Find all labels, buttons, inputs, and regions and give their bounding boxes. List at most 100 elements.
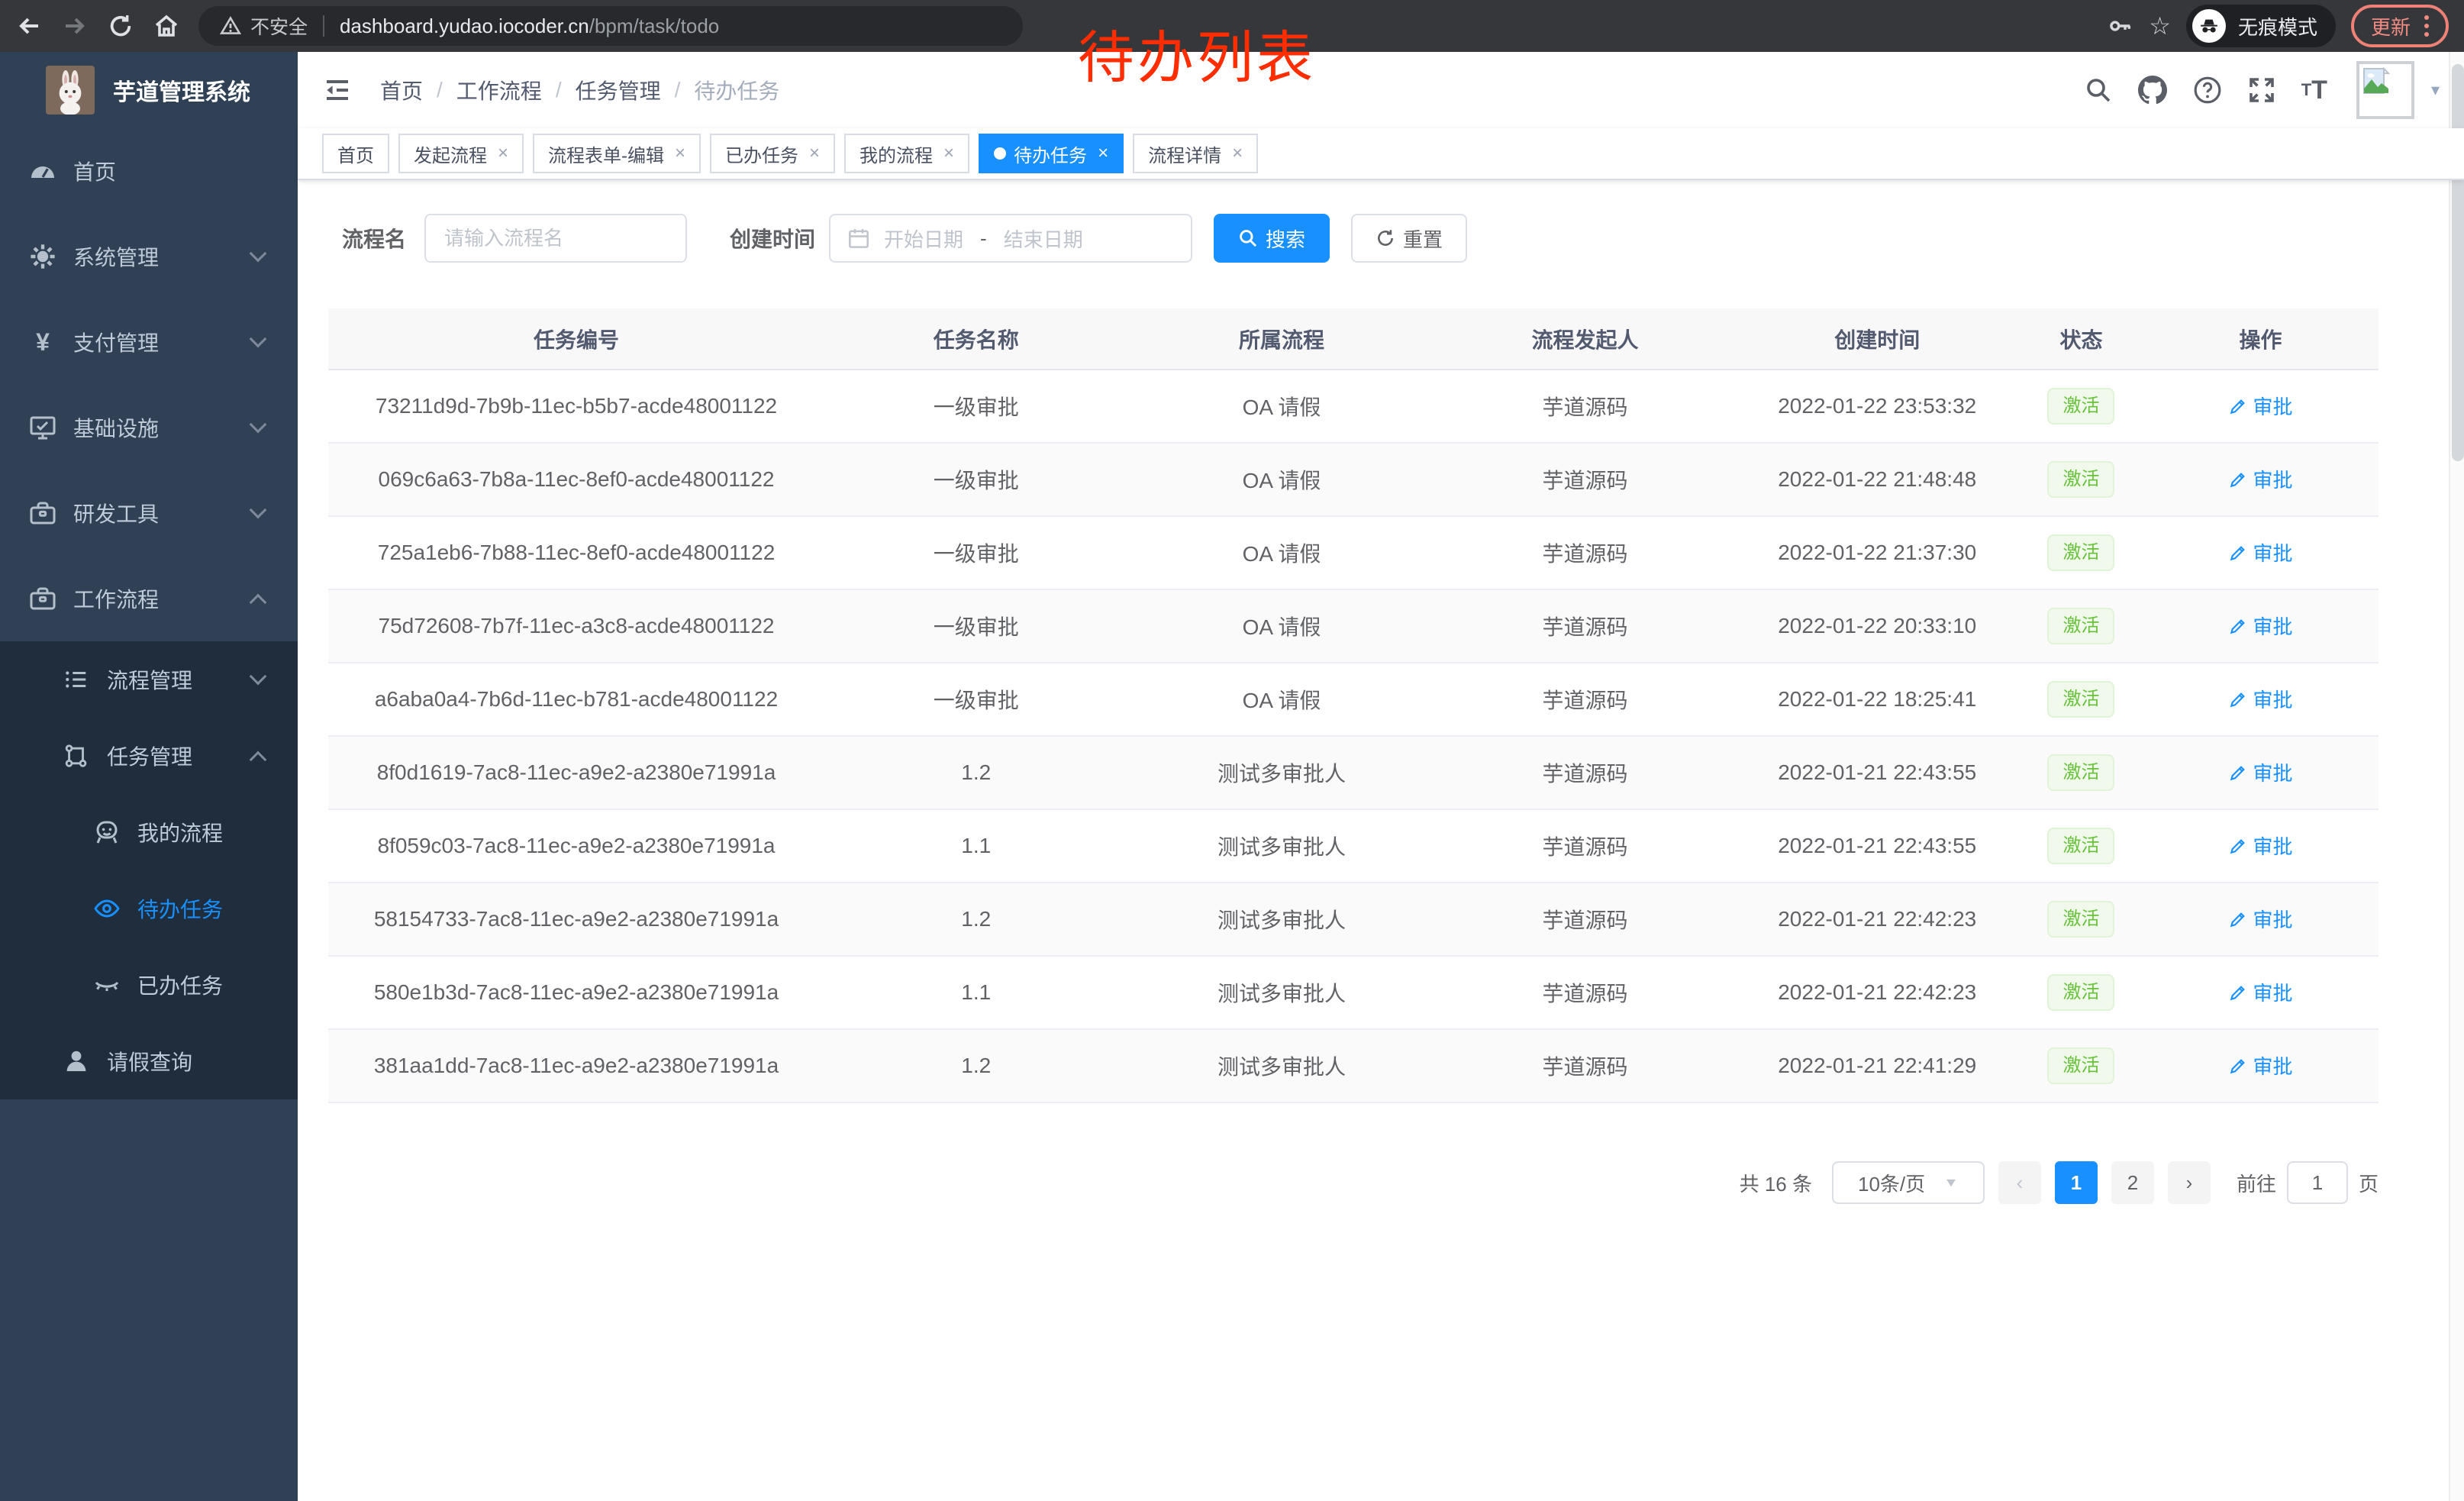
approve-link[interactable]: 审批 <box>2229 538 2293 567</box>
table-row[interactable]: 580e1b3d-7ac8-11ec-a9e2-a2380e71991a 1.1… <box>328 956 2379 1029</box>
search-icon[interactable] <box>2085 76 2112 104</box>
cell-starter: 芋道源码 <box>1435 370 1734 443</box>
cell-create-time: 2022-01-21 22:42:23 <box>1735 883 2020 956</box>
approve-link[interactable]: 审批 <box>2229 392 2293 420</box>
table-row[interactable]: 381aa1dd-7ac8-11ec-a9e2-a2380e71991a 1.2… <box>328 1029 2379 1102</box>
tab[interactable]: 已办任务 × <box>710 134 835 173</box>
url-bar[interactable]: 不安全 dashboard.yudao.iocoder.cn/bpm/task/… <box>198 6 1023 46</box>
table-row[interactable]: 73211d9d-7b9b-11ec-b5b7-acde48001122 一级审… <box>328 370 2379 443</box>
key-icon[interactable] <box>2108 13 2133 39</box>
breadcrumb-workflow[interactable]: 工作流程 <box>456 75 542 105</box>
table-row[interactable]: 58154733-7ac8-11ec-a9e2-a2380e71991a 1.2… <box>328 883 2379 956</box>
tab[interactable]: 发起流程× <box>398 134 524 173</box>
sidebar-item-todo-tasks[interactable]: 待办任务 <box>0 870 298 947</box>
cell-status: 激活 <box>2020 589 2143 663</box>
browser-menu-icon[interactable] <box>2424 15 2429 37</box>
sidebar-item-label: 支付管理 <box>73 327 159 357</box>
cell-status: 激活 <box>2020 883 2143 956</box>
close-icon[interactable]: × <box>809 143 820 164</box>
sidebar: 芋道管理系统 首页 系统管理 ¥ 支付 <box>0 52 298 1501</box>
fullscreen-icon[interactable] <box>2248 76 2275 104</box>
process-name-input[interactable] <box>424 214 687 263</box>
approve-link[interactable]: 审批 <box>2229 831 2293 860</box>
table-row[interactable]: 8f0d1619-7ac8-11ec-a9e2-a2380e71991a 1.2… <box>328 736 2379 809</box>
sidebar-item-leave-query[interactable]: 请假查询 <box>0 1023 298 1099</box>
approve-link-label: 审批 <box>2253 758 2293 786</box>
next-page-button[interactable]: › <box>2168 1161 2211 1204</box>
approve-link[interactable]: 审批 <box>2229 1051 2293 1080</box>
user-circle-icon <box>89 818 125 846</box>
back-icon[interactable] <box>6 3 52 49</box>
home-icon[interactable] <box>144 3 189 49</box>
table-row[interactable]: 069c6a63-7b8a-11ec-8ef0-acde48001122 一级审… <box>328 443 2379 516</box>
sidebar-item-system[interactable]: 系统管理 <box>0 214 298 299</box>
approve-link[interactable]: 审批 <box>2229 978 2293 1006</box>
app-logo-block[interactable]: 芋道管理系统 <box>0 52 298 128</box>
sidebar-item-infra[interactable]: 基础设施 <box>0 385 298 470</box>
sidebar-item-task-mgmt[interactable]: 任务管理 <box>0 718 298 794</box>
cell-starter: 芋道源码 <box>1435 663 1734 736</box>
page-button-2[interactable]: 2 <box>2111 1161 2154 1204</box>
cell-actions: 审批 <box>2143 516 2379 589</box>
incognito-icon <box>2192 9 2226 43</box>
search-button[interactable]: 搜索 <box>1214 214 1330 263</box>
approve-link-label: 审批 <box>2253 1051 2293 1080</box>
chevron-down-icon <box>250 502 267 519</box>
sidebar-item-home[interactable]: 首页 <box>0 128 298 214</box>
prev-page-button[interactable]: ‹ <box>1998 1161 2041 1204</box>
breadcrumb-home[interactable]: 首页 <box>380 75 423 105</box>
close-icon[interactable]: × <box>498 143 508 164</box>
tab[interactable]: 流程详情× <box>1133 134 1258 173</box>
page-scrollbar[interactable] <box>2449 52 2464 1501</box>
sidebar-item-done-tasks[interactable]: 已办任务 <box>0 947 298 1023</box>
breadcrumb-task-mgmt[interactable]: 任务管理 <box>576 75 661 105</box>
not-secure-label: 不安全 <box>250 12 308 40</box>
sidebar-collapse-icon[interactable] <box>322 75 353 105</box>
sidebar-item-label: 任务管理 <box>107 741 192 771</box>
sidebar-item-devtools[interactable]: 研发工具 <box>0 470 298 556</box>
tab[interactable]: 流程表单-编辑× <box>533 134 701 173</box>
update-button[interactable]: 更新 <box>2351 5 2449 47</box>
scrollbar-thumb[interactable] <box>2452 64 2464 461</box>
table-row[interactable]: 75d72608-7b7f-11ec-a3c8-acde48001122 一级审… <box>328 589 2379 663</box>
monitor-icon <box>24 414 61 441</box>
sidebar-item-payment[interactable]: ¥ 支付管理 <box>0 299 298 385</box>
sidebar-item-label: 首页 <box>73 156 116 186</box>
tab-label: 已办任务 <box>725 140 798 167</box>
sidebar-item-process-mgmt[interactable]: 流程管理 <box>0 641 298 718</box>
status-badge: 激活 <box>2047 901 2114 937</box>
close-icon[interactable]: × <box>1098 143 1108 164</box>
approve-link[interactable]: 审批 <box>2229 612 2293 640</box>
page-size-select[interactable]: 10条/页 ▼ <box>1832 1161 1985 1204</box>
approve-link[interactable]: 审批 <box>2229 758 2293 786</box>
date-range-picker[interactable]: 开始日期 - 结束日期 <box>829 214 1192 263</box>
tab[interactable]: 我的流程× <box>844 134 969 173</box>
sidebar-item-my-process[interactable]: 我的流程 <box>0 794 298 870</box>
approve-link[interactable]: 审批 <box>2229 465 2293 493</box>
forward-icon[interactable] <box>52 3 98 49</box>
cell-process: OA 请假 <box>1128 516 1436 589</box>
sidebar-item-workflow[interactable]: 工作流程 <box>0 556 298 641</box>
tab[interactable]: 首页 <box>322 134 389 173</box>
reset-button[interactable]: 重置 <box>1351 214 1467 263</box>
avatar-caret-icon[interactable]: ▾ <box>2431 80 2440 100</box>
goto-page-input[interactable] <box>2287 1161 2348 1204</box>
help-icon[interactable] <box>2193 76 2222 105</box>
tab[interactable]: 待办任务× <box>979 134 1124 173</box>
github-icon[interactable] <box>2138 76 2167 105</box>
reload-icon[interactable] <box>98 3 144 49</box>
avatar[interactable] <box>2356 61 2414 119</box>
close-icon[interactable]: × <box>675 143 685 164</box>
close-icon[interactable]: × <box>1232 143 1243 164</box>
table-row[interactable]: 725a1eb6-7b88-11ec-8ef0-acde48001122 一级审… <box>328 516 2379 589</box>
table-row[interactable]: 8f059c03-7ac8-11ec-a9e2-a2380e71991a 1.1… <box>328 809 2379 883</box>
approve-link[interactable]: 审批 <box>2229 685 2293 713</box>
approve-link[interactable]: 审批 <box>2229 905 2293 933</box>
close-icon[interactable]: × <box>943 143 954 164</box>
table-row[interactable]: a6aba0a4-7b6d-11ec-b781-acde48001122 一级审… <box>328 663 2379 736</box>
app-title: 芋道管理系统 <box>113 73 250 107</box>
bookmark-star-icon[interactable]: ☆ <box>2149 14 2171 38</box>
col-task-name: 任务名称 <box>824 308 1128 370</box>
page-button-1[interactable]: 1 <box>2055 1161 2098 1204</box>
font-size-icon[interactable]: TT <box>2301 77 2327 103</box>
